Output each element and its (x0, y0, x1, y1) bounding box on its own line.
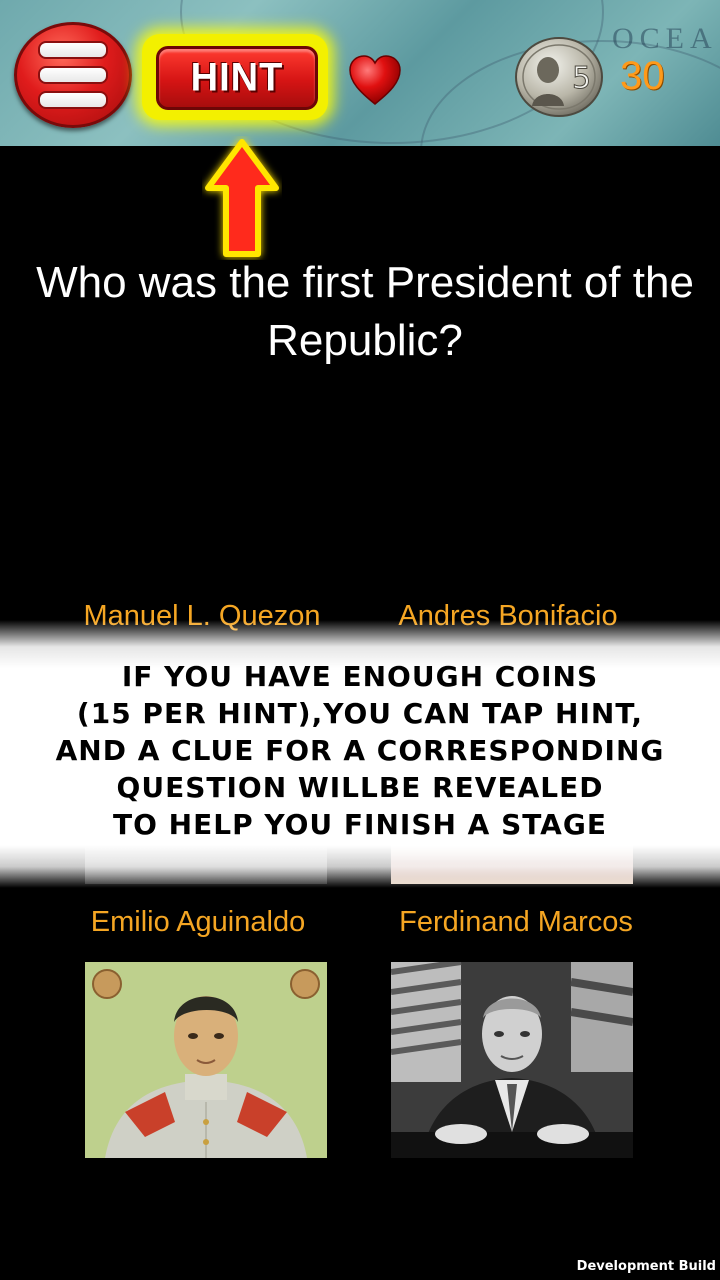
coin-count: 30 (620, 54, 665, 98)
question-text: Who was the first President of the Repub… (36, 258, 694, 365)
tutorial-line: QUESTION WILLBE REVEALED (116, 771, 604, 804)
answer-portrait-3[interactable] (85, 962, 327, 1158)
tutorial-line: AND A CLUE FOR A CORRESPONDING (55, 734, 665, 767)
hamburger-icon-bar (38, 91, 108, 109)
tutorial-line: (15 PER HINT),YOU CAN TAP HINT, (76, 697, 644, 730)
development-build-label: Development Build (576, 1259, 716, 1274)
hint-button-label: HINT (190, 55, 284, 100)
answer-label-4[interactable]: Ferdinand Marcos (366, 906, 666, 939)
coin-value: 5 (572, 61, 591, 96)
map-lettering: OCEA (612, 22, 718, 55)
hamburger-icon-bar (38, 66, 108, 84)
top-bar: OCEA HINT 5 30 (0, 0, 720, 146)
arrow-up-icon (205, 139, 279, 257)
tutorial-line: IF YOU HAVE ENOUGH COINS (121, 660, 599, 693)
tutorial-line: TO HELP YOU FINISH A STAGE (113, 808, 607, 841)
heart-icon (349, 55, 401, 105)
answer-label-3[interactable]: Emilio Aguinaldo (48, 906, 348, 939)
tutorial-message: IF YOU HAVE ENOUGH COINS (15 PER HINT),Y… (0, 658, 720, 843)
answer-portrait-4[interactable] (391, 962, 633, 1158)
coin-icon: 5 (515, 37, 603, 117)
hint-button[interactable]: HINT (156, 46, 318, 110)
menu-button[interactable] (14, 22, 132, 128)
hamburger-icon (38, 41, 108, 59)
